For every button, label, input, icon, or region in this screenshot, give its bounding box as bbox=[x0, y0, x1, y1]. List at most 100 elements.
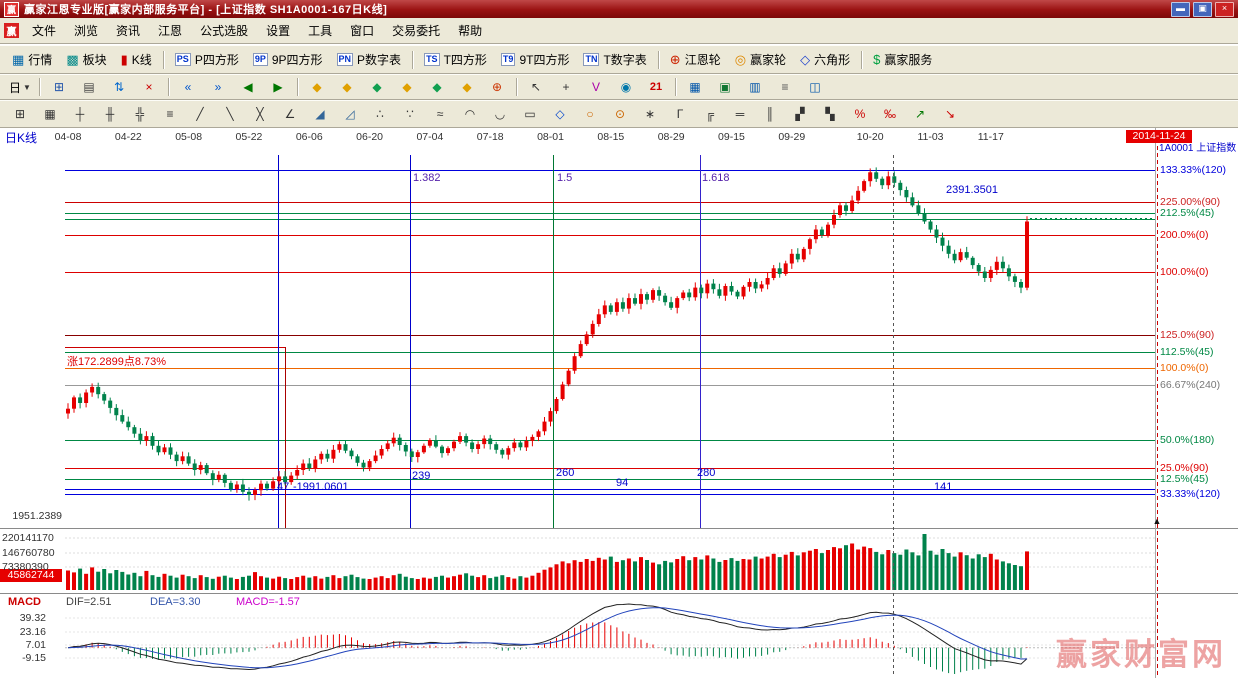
draw-tool-31[interactable]: ↗ bbox=[906, 103, 934, 125]
quick-tool-22[interactable]: + bbox=[552, 76, 580, 98]
quick-tool-6[interactable]: × bbox=[135, 76, 163, 98]
draw-tool-20[interactable]: ○ bbox=[576, 103, 604, 125]
menu-item-2[interactable]: 浏览 bbox=[65, 19, 107, 42]
draw-tool-19[interactable]: ◇ bbox=[546, 103, 574, 125]
volume-bar bbox=[518, 576, 522, 590]
draw-tool-24[interactable]: ╔ bbox=[696, 103, 724, 125]
close-button[interactable]: × bbox=[1215, 2, 1234, 17]
quick-tool-5[interactable]: ⇅ bbox=[105, 76, 133, 98]
draw-tool-27-icon: ▞ bbox=[795, 107, 804, 121]
toolbar-button-blocks[interactable]: ▩板块 bbox=[59, 49, 113, 70]
quick-tool-17[interactable]: ◆ bbox=[423, 76, 451, 98]
candle bbox=[1025, 222, 1029, 288]
draw-tool-21[interactable]: ⊙ bbox=[606, 103, 634, 125]
quick-tool-28[interactable]: ▣ bbox=[711, 76, 739, 98]
menu-item-3[interactable]: 资讯 bbox=[107, 19, 149, 42]
quick-tool-14[interactable]: ◆ bbox=[333, 76, 361, 98]
quotes-icon: ▦ bbox=[12, 53, 24, 66]
draw-tool-11[interactable]: ◢ bbox=[306, 103, 334, 125]
quick-tool-27[interactable]: ▦ bbox=[681, 76, 709, 98]
quick-tool-8[interactable]: « bbox=[174, 76, 202, 98]
draw-tool-13[interactable]: ∴ bbox=[366, 103, 394, 125]
volume-bar bbox=[754, 557, 758, 590]
toolbar-button-9p-square[interactable]: 9P9P四方形 bbox=[246, 49, 330, 70]
draw-tool-30[interactable]: ‰ bbox=[876, 103, 904, 125]
draw-tool-23[interactable]: Γ bbox=[666, 103, 694, 125]
menu-item-5[interactable]: 公式选股 bbox=[191, 19, 257, 42]
menu-item-6[interactable]: 设置 bbox=[257, 19, 299, 42]
maximize-button[interactable]: ▣ bbox=[1193, 2, 1212, 17]
candle bbox=[977, 265, 981, 272]
quick-tool-24[interactable]: ◉ bbox=[612, 76, 640, 98]
menu-item-9[interactable]: 交易委托 bbox=[383, 19, 449, 42]
quick-tool-10[interactable]: ◀ bbox=[234, 76, 262, 98]
quick-tool-4[interactable]: ▤ bbox=[75, 76, 103, 98]
draw-tool-25[interactable]: ═ bbox=[726, 103, 754, 125]
toolbar-button-quotes[interactable]: ▦行情 bbox=[5, 49, 59, 70]
quick-tool-29[interactable]: ▥ bbox=[741, 76, 769, 98]
draw-tool-4[interactable]: ╫ bbox=[96, 103, 124, 125]
menu-item-10[interactable]: 帮助 bbox=[449, 19, 491, 42]
quick-tool-21[interactable]: ↖ bbox=[522, 76, 550, 98]
draw-tool-32[interactable]: ↘ bbox=[936, 103, 964, 125]
menu-item-7[interactable]: 工具 bbox=[299, 19, 341, 42]
draw-tool-26[interactable]: ║ bbox=[756, 103, 784, 125]
quick-tool-30[interactable]: ≡ bbox=[771, 76, 799, 98]
quick-tool-18[interactable]: ◆ bbox=[453, 76, 481, 98]
draw-tool-28[interactable]: ▚ bbox=[816, 103, 844, 125]
toolbar-button-t-square[interactable]: TST四方形 bbox=[417, 49, 494, 70]
quick-tool-3[interactable]: ⊞ bbox=[45, 76, 73, 98]
draw-tool-27[interactable]: ▞ bbox=[786, 103, 814, 125]
draw-tool-5[interactable]: ╬ bbox=[126, 103, 154, 125]
menu-item-8[interactable]: 窗口 bbox=[341, 19, 383, 42]
draw-tool-7[interactable]: ╱ bbox=[186, 103, 214, 125]
toolbar-button-t-table[interactable]: TNT数字表 bbox=[576, 49, 653, 70]
draw-tool-6[interactable]: ≡ bbox=[156, 103, 184, 125]
draw-tool-9[interactable]: ╳ bbox=[246, 103, 274, 125]
draw-tool-10[interactable]: ∠ bbox=[276, 103, 304, 125]
toolbar-button-hexagon[interactable]: ◇六角形 bbox=[793, 49, 857, 70]
draw-tool-18[interactable]: ▭ bbox=[516, 103, 544, 125]
quick-tool-16[interactable]: ◆ bbox=[393, 76, 421, 98]
menu-item-1[interactable]: 文件 bbox=[23, 19, 65, 42]
draw-tool-12[interactable]: ◿ bbox=[336, 103, 364, 125]
volume-bar bbox=[639, 557, 643, 590]
draw-tool-2[interactable]: ▦ bbox=[36, 103, 64, 125]
draw-tool-1[interactable]: ⊞ bbox=[6, 103, 34, 125]
toolbar-button-9t-square[interactable]: T99T四方形 bbox=[494, 49, 577, 70]
draw-tool-8[interactable]: ╲ bbox=[216, 103, 244, 125]
draw-tool-14[interactable]: ∵ bbox=[396, 103, 424, 125]
toolbar-button-p-square[interactable]: PSP四方形 bbox=[168, 49, 246, 70]
toolbar-button-winner-service[interactable]: $赢家服务 bbox=[866, 49, 939, 70]
volume-bar bbox=[488, 578, 492, 590]
toolbar-button-kline[interactable]: ▮K线 bbox=[114, 49, 159, 70]
toolbar-separator bbox=[163, 51, 164, 69]
draw-tool-18-icon: ▭ bbox=[524, 107, 535, 121]
quick-tool-31[interactable]: ◫ bbox=[801, 76, 829, 98]
quick-tool-23[interactable]: V bbox=[582, 76, 610, 98]
draw-tool-3[interactable]: ┼ bbox=[66, 103, 94, 125]
draw-tool-22[interactable]: ∗ bbox=[636, 103, 664, 125]
minimize-button[interactable]: ▬ bbox=[1171, 2, 1190, 17]
volume-bar bbox=[537, 573, 541, 590]
draw-tool-29[interactable]: % bbox=[846, 103, 874, 125]
draw-tool-15[interactable]: ≈ bbox=[426, 103, 454, 125]
title-bar[interactable]: 赢 赢家江恩专业版[赢家内部服务平台] - [上证指数 SH1A0001-167… bbox=[0, 0, 1238, 18]
toolbar-button-gann-wheel[interactable]: ⊕江恩轮 bbox=[663, 49, 728, 70]
toolbar-button-winner-wheel[interactable]: ◎赢家轮 bbox=[728, 49, 793, 70]
menu-item-4[interactable]: 江恩 bbox=[149, 19, 191, 42]
quick-tool-15[interactable]: ◆ bbox=[363, 76, 391, 98]
period-selector[interactable]: 日▼ bbox=[6, 76, 34, 98]
quick-tool-19[interactable]: ⊕ bbox=[483, 76, 511, 98]
volume-bar bbox=[742, 559, 746, 590]
candle bbox=[1001, 262, 1005, 269]
draw-tool-16[interactable]: ◠ bbox=[456, 103, 484, 125]
quick-tool-13[interactable]: ◆ bbox=[303, 76, 331, 98]
draw-tool-17[interactable]: ◡ bbox=[486, 103, 514, 125]
quick-tool-9[interactable]: » bbox=[204, 76, 232, 98]
toolbar-button-p-table[interactable]: PNP数字表 bbox=[330, 49, 409, 70]
quick-tool-19-icon: ⊕ bbox=[492, 80, 502, 94]
quick-tool-25[interactable]: 21 bbox=[642, 76, 670, 98]
candle bbox=[850, 201, 854, 212]
quick-tool-11[interactable]: ▶ bbox=[264, 76, 292, 98]
